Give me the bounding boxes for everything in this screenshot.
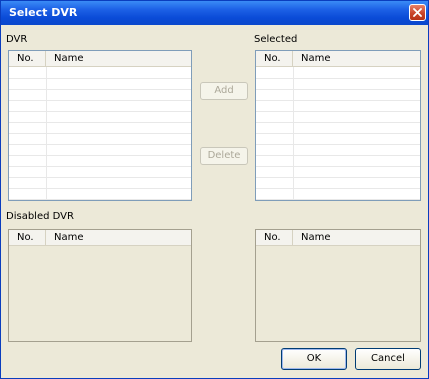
disabled-right-col-no[interactable]: No.	[256, 230, 293, 245]
disabled-dvr-col-name[interactable]: Name	[46, 230, 191, 245]
selected-list-rows	[256, 67, 420, 200]
dvr-col-name[interactable]: Name	[46, 51, 191, 66]
close-icon	[413, 8, 422, 17]
disabled-right-list-header: No. Name	[256, 230, 420, 246]
dvr-col-no[interactable]: No.	[9, 51, 46, 66]
disabled-dvr-list[interactable]: No. Name	[8, 229, 192, 342]
add-button[interactable]: Add	[200, 82, 248, 100]
disabled-dvr-label: Disabled DVR	[6, 211, 74, 222]
ok-button[interactable]: OK	[281, 348, 347, 370]
disabled-dvr-list-header: No. Name	[9, 230, 191, 246]
title-bar[interactable]: Select DVR	[1, 1, 428, 25]
cancel-button[interactable]: Cancel	[355, 348, 421, 370]
disabled-right-col-name[interactable]: Name	[293, 230, 420, 245]
dvr-list[interactable]: No. Name	[8, 50, 192, 201]
close-button[interactable]	[409, 4, 426, 21]
dvr-list-header: No. Name	[9, 51, 191, 67]
disabled-right-list[interactable]: No. Name	[255, 229, 421, 342]
selected-label: Selected	[254, 34, 298, 45]
dvr-list-rows	[9, 67, 191, 200]
selected-list-header: No. Name	[256, 51, 420, 67]
selected-col-name[interactable]: Name	[293, 51, 420, 66]
selected-col-no[interactable]: No.	[256, 51, 293, 66]
disabled-dvr-col-no[interactable]: No.	[9, 230, 46, 245]
dialog-body: DVR No. Name Selected No. Name Add Delet…	[4, 25, 425, 377]
delete-button[interactable]: Delete	[200, 147, 248, 165]
dvr-label: DVR	[6, 34, 28, 45]
selected-list[interactable]: No. Name	[255, 50, 421, 201]
select-dvr-dialog: Select DVR DVR No. Name Selected No. Nam…	[0, 0, 429, 379]
window-title: Select DVR	[9, 6, 78, 19]
